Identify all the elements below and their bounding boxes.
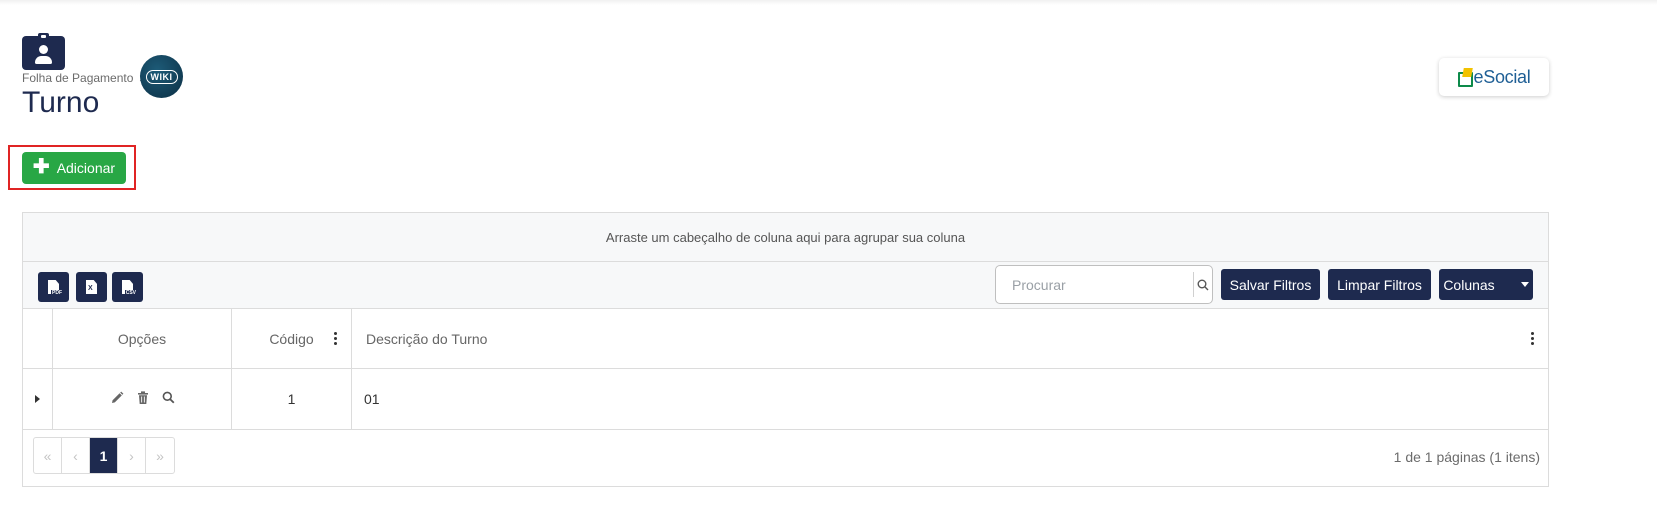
code-column-menu-icon[interactable] xyxy=(334,332,337,345)
grid-toolbar: PDF X CSV Salvar Filtros Limpar Filtros … xyxy=(23,262,1548,309)
data-grid: Arraste um cabeçalho de coluna aqui para… xyxy=(22,212,1549,487)
breadcrumb-item-payroll[interactable]: Folha de Pagamento xyxy=(22,71,133,85)
column-header-description-label: Descrição do Turno xyxy=(366,330,488,347)
row-code-cell: 1 xyxy=(232,369,352,429)
view-magnifier-icon[interactable] xyxy=(162,391,175,407)
add-button[interactable]: ✚ Adicionar xyxy=(22,152,126,184)
breadcrumb: Folha de Pagamento > xyxy=(22,71,146,85)
pdf-label: PDF xyxy=(51,290,63,296)
plus-icon: ✚ xyxy=(32,156,50,178)
page-1-button[interactable]: 1 xyxy=(90,438,118,473)
top-shadow-bar xyxy=(0,0,1657,5)
column-header-options-label: Opções xyxy=(117,330,167,347)
payroll-module-icon xyxy=(22,33,65,70)
grid-footer: « ‹ 1 › » 1 de 1 páginas (1 itens) xyxy=(23,430,1548,486)
description-column-menu-icon[interactable] xyxy=(1531,332,1534,345)
esocial-button[interactable]: eSocial xyxy=(1439,58,1549,96)
wiki-button[interactable]: WIKI xyxy=(140,55,183,98)
column-header-description[interactable]: Descrição do Turno xyxy=(352,309,1548,368)
pagination: « ‹ 1 › » xyxy=(33,437,175,474)
caret-down-icon xyxy=(1520,282,1529,287)
clear-filters-button[interactable]: Limpar Filtros xyxy=(1328,269,1431,300)
export-pdf-button[interactable]: PDF xyxy=(38,272,69,302)
row-expand-cell[interactable] xyxy=(23,369,53,429)
page-title: Turno xyxy=(22,86,100,119)
save-filters-button[interactable]: Salvar Filtros xyxy=(1221,269,1320,300)
search-icon[interactable] xyxy=(1194,279,1212,291)
group-panel[interactable]: Arraste um cabeçalho de coluna aqui para… xyxy=(23,213,1548,262)
excel-export-icon: X xyxy=(86,280,97,294)
edit-pencil-icon[interactable] xyxy=(110,391,124,408)
column-header-code-label: Código xyxy=(269,330,314,347)
first-page-button[interactable]: « xyxy=(34,438,62,473)
table-header-row: Opções Código Descrição do Turno xyxy=(23,309,1548,369)
last-page-button[interactable]: » xyxy=(146,438,174,473)
row-code-value: 1 xyxy=(287,391,296,407)
row-description-value: 01 xyxy=(364,391,380,407)
columns-dropdown-button[interactable]: Colunas xyxy=(1439,269,1533,300)
esocial-logo-icon xyxy=(1457,68,1473,87)
table-row[interactable]: 1 01 xyxy=(23,369,1548,430)
export-excel-button[interactable]: X xyxy=(76,272,107,302)
csv-label: CSV xyxy=(124,290,137,296)
column-header-code[interactable]: Código xyxy=(232,309,352,368)
page-info: 1 de 1 páginas (1 itens) xyxy=(1393,449,1540,465)
column-header-options[interactable]: Opções xyxy=(53,309,232,368)
row-options-cell xyxy=(53,369,232,429)
delete-trash-icon[interactable] xyxy=(137,390,149,408)
search-box xyxy=(995,265,1213,304)
add-button-label: Adicionar xyxy=(56,160,116,176)
expand-column-header xyxy=(23,309,53,368)
excel-label: X xyxy=(88,285,93,292)
prev-page-button[interactable]: ‹ xyxy=(62,438,90,473)
next-page-button[interactable]: › xyxy=(118,438,146,473)
wiki-label: WIKI xyxy=(145,69,178,84)
search-input[interactable] xyxy=(996,266,1193,303)
group-panel-text: Arraste um cabeçalho de coluna aqui para… xyxy=(605,229,966,245)
columns-label: Colunas xyxy=(1443,276,1495,293)
row-description-cell: 01 xyxy=(352,369,1548,429)
export-csv-button[interactable]: CSV xyxy=(112,272,143,302)
expand-arrow-icon[interactable] xyxy=(35,395,40,403)
esocial-label: eSocial xyxy=(1473,66,1531,87)
